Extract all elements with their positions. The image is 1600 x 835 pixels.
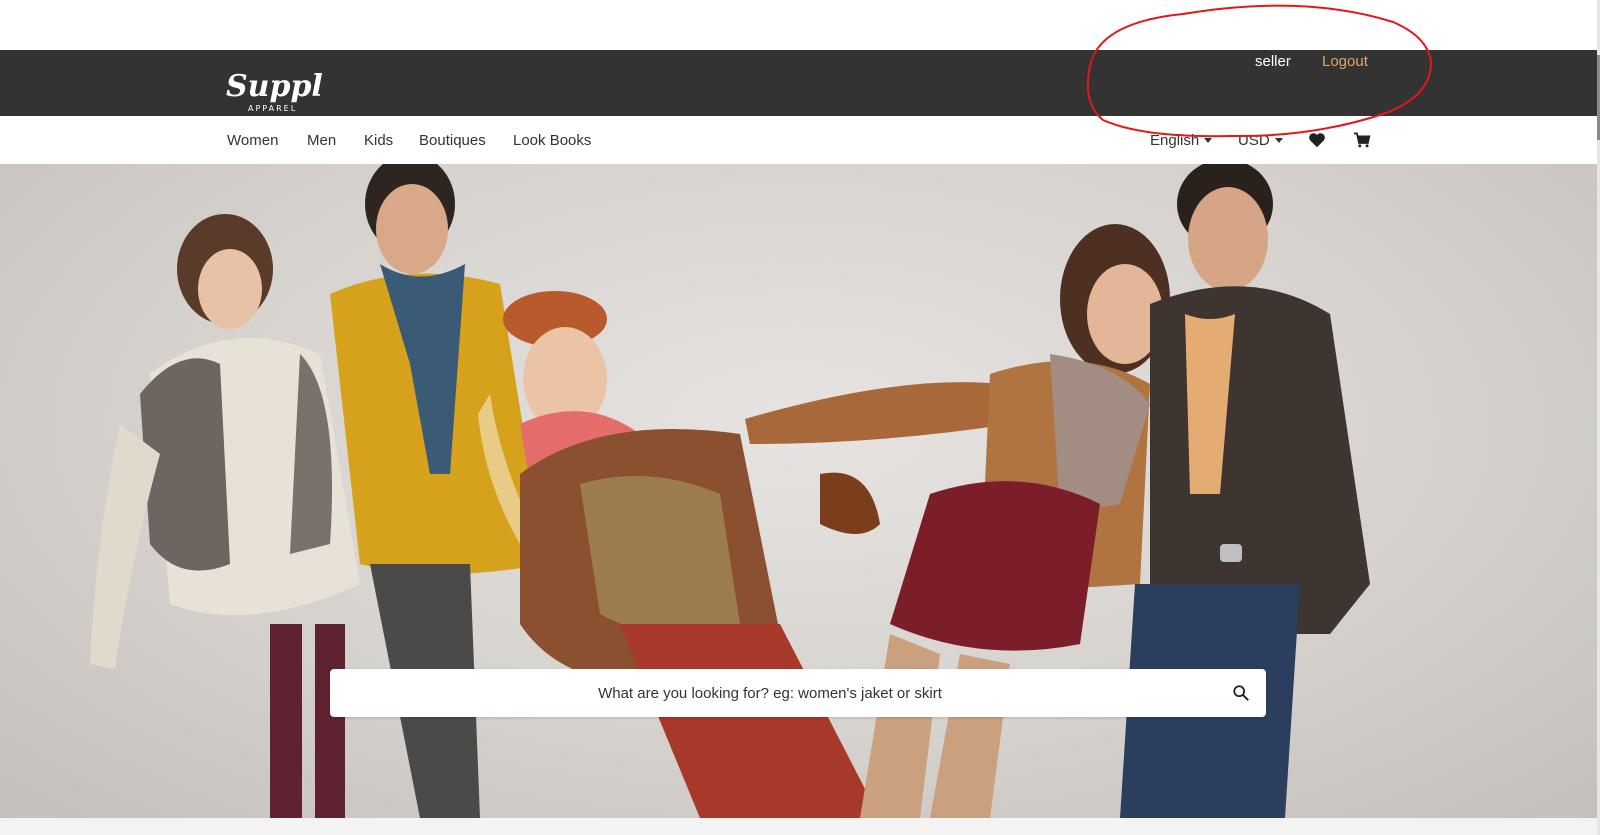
bottom-strip [0, 818, 1597, 835]
chevron-down-icon [1204, 138, 1213, 143]
chevron-down-icon [1274, 138, 1283, 143]
nav-item-men[interactable]: Men [307, 132, 336, 149]
search-icon[interactable] [1232, 684, 1250, 702]
nav-item-look-books[interactable]: Look Books [513, 132, 591, 149]
search-bar [330, 669, 1266, 717]
hero-photo [90, 164, 1370, 818]
main-nav: Women Men Kids Boutiques Look Books Engl… [0, 116, 1597, 164]
nav-item-women[interactable]: Women [227, 132, 278, 149]
username-link[interactable]: seller [1255, 53, 1291, 70]
language-select[interactable]: English [1150, 132, 1213, 149]
logout-link[interactable]: Logout [1322, 53, 1368, 70]
top-spacer [0, 0, 1600, 50]
supply-apparel-logo[interactable]: Supply APPAREL [226, 66, 322, 116]
search-input[interactable] [330, 669, 1210, 717]
model-figure-1 [90, 214, 360, 818]
hero-banner [0, 164, 1597, 818]
model-figure-3 [478, 291, 880, 818]
currency-select[interactable]: USD [1238, 132, 1283, 149]
currency-label: USD [1238, 132, 1270, 149]
nav-item-boutiques[interactable]: Boutiques [419, 132, 486, 149]
heart-icon[interactable] [1308, 132, 1326, 148]
logo-subtext: APPAREL [248, 104, 297, 113]
site-header: Supply APPAREL seller Logout [0, 50, 1597, 116]
cart-icon[interactable] [1353, 132, 1371, 148]
logo-text: Supply [226, 69, 322, 104]
nav-item-kids[interactable]: Kids [364, 132, 393, 149]
language-label: English [1150, 132, 1200, 149]
